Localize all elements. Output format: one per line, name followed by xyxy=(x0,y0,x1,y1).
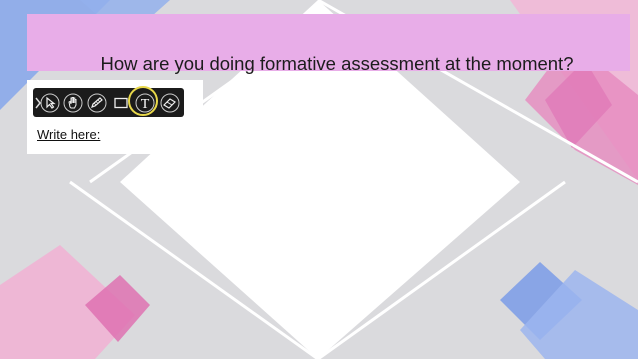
annotation-toolbar: T xyxy=(33,88,184,117)
write-here-prompt[interactable]: Write here: xyxy=(37,127,100,142)
eraser-icon xyxy=(160,93,179,112)
slide-title: How are you doing formative assessment a… xyxy=(100,53,574,74)
pointer-arrow-icon xyxy=(40,93,59,112)
pen-tool-button[interactable] xyxy=(85,91,108,114)
hand-icon xyxy=(63,93,82,112)
pointer-tool-button[interactable] xyxy=(38,91,61,114)
eraser-tool-button[interactable] xyxy=(158,91,181,114)
pen-icon xyxy=(87,93,106,112)
hand-tool-button[interactable] xyxy=(61,91,84,114)
selected-tool-highlight xyxy=(128,86,158,116)
